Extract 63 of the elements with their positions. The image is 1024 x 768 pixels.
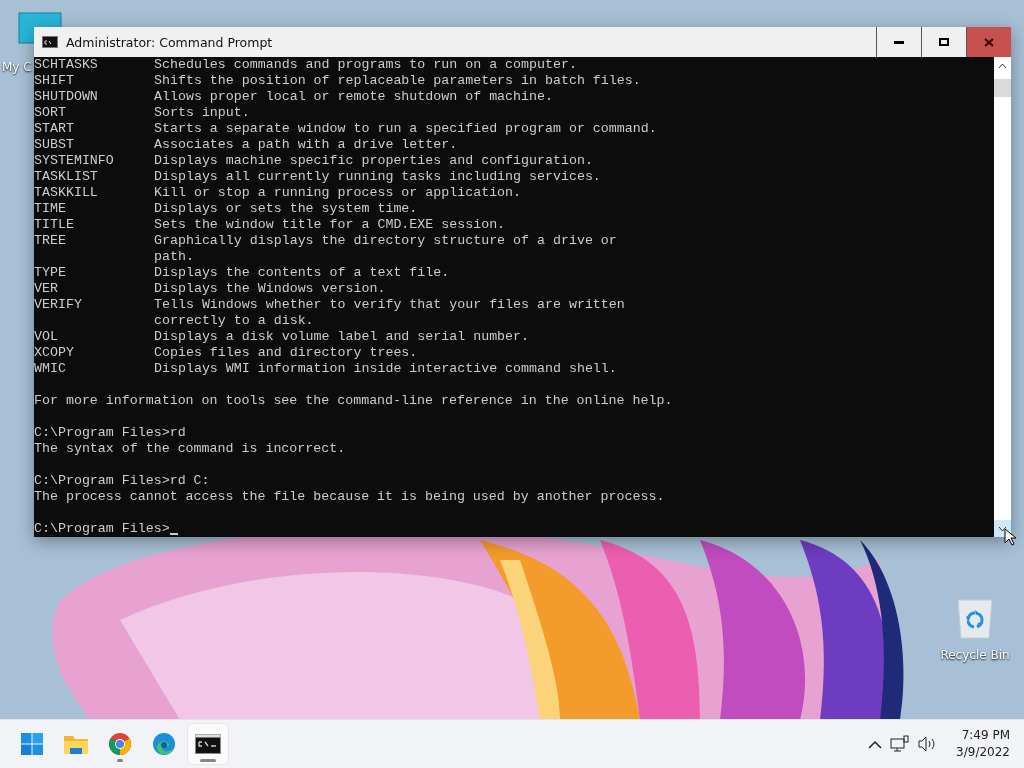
console-line: The syntax of the command is incorrect.	[34, 441, 347, 457]
minimize-icon	[894, 40, 904, 44]
command-prompt: C:\Program Files>	[34, 521, 170, 537]
command-description: Schedules commands and programs to run on a computer.	[154, 57, 577, 73]
chrome-icon	[108, 732, 132, 756]
text-cursor	[169, 533, 178, 535]
clock-time[interactable]: 7:49 PM	[961, 727, 1010, 744]
console-line: The process cannot access the file because it is being used by another process.	[34, 489, 666, 505]
command-name: TYPE	[34, 265, 67, 281]
command-prompt-icon	[42, 36, 58, 48]
command-name: TASKKILL	[34, 185, 99, 201]
command-description: Displays machine specific properties and configuration.	[154, 153, 593, 169]
command-description: Copies files and directory trees.	[154, 345, 418, 361]
command-description: Graphically displays the directory structure of a drive or path.	[154, 233, 617, 265]
command-name: TIME	[34, 201, 67, 217]
command-description: Kill or stop a running process or application.	[154, 185, 522, 201]
clock-date[interactable]: 3/9/2022	[956, 744, 1010, 761]
command-description: Starts a separate window to run a specified program or command.	[154, 121, 657, 137]
command-name: SYSTEMINFO	[34, 153, 115, 169]
command-name: SUBST	[34, 137, 75, 153]
window-title: Administrator: Command Prompt	[66, 34, 274, 50]
command-name: XCOPY	[34, 345, 75, 361]
command-name: SHIFT	[34, 73, 75, 89]
command-description: Shifts the position of replaceable parameters in batch files.	[154, 73, 641, 89]
command-prompt-icon	[195, 734, 221, 754]
command-description: Displays WMI information inside interactive command shell.	[154, 361, 617, 377]
command-description: Displays the Windows version.	[154, 281, 386, 297]
folder-icon	[63, 733, 89, 755]
command-name: TASKLIST	[34, 169, 99, 185]
command-name: WMIC	[34, 361, 67, 377]
command-name: SHUTDOWN	[34, 89, 99, 105]
command-description: Displays the contents of a text file.	[154, 265, 450, 281]
chevron-up-icon[interactable]	[868, 739, 883, 749]
scroll-up-icon[interactable]	[998, 62, 1007, 69]
command-description: Sorts input.	[154, 105, 250, 121]
edge-icon	[152, 732, 176, 756]
recycle-bin-icon	[956, 598, 994, 640]
command-description: Displays all currently running tasks including services.	[154, 169, 601, 185]
command-name: VOL	[34, 329, 59, 345]
command-description: Displays or sets the system time.	[154, 201, 418, 217]
command-name: TITLE	[34, 217, 75, 233]
command-name: VER	[34, 281, 59, 297]
command-name: SORT	[34, 105, 67, 121]
command-name: TREE	[34, 233, 67, 250]
console-line: For more information on tools see the command-line reference in the online help.	[34, 393, 674, 409]
command-description: Displays a disk volume label and serial number.	[154, 329, 530, 345]
command-description: Associates a path with a drive letter.	[154, 137, 458, 153]
close-icon	[984, 37, 994, 47]
console-line: C:\Program Files>rd C:	[34, 473, 211, 489]
command-name: START	[34, 121, 75, 137]
network-icon[interactable]	[890, 735, 911, 753]
taskbar-app-button[interactable]	[188, 724, 228, 764]
scroll-thumb[interactable]	[994, 79, 1011, 97]
command-description: Allows proper local or remote shutdown of machine.	[154, 89, 553, 105]
command-description: Tells Windows whether to verify that your files are written correctly to a disk.	[154, 297, 625, 329]
scroll-down-icon[interactable]	[998, 525, 1007, 532]
mouse-pointer-icon	[1004, 528, 1016, 546]
command-name: VERIFY	[34, 297, 83, 314]
windows-logo-icon	[20, 732, 44, 756]
console-line: C:\Program Files>rd	[34, 425, 187, 441]
command-name: SCHTASKS	[34, 57, 99, 73]
maximize-icon	[939, 38, 949, 46]
command-description: Sets the window title for a CMD.EXE session.	[154, 217, 506, 233]
